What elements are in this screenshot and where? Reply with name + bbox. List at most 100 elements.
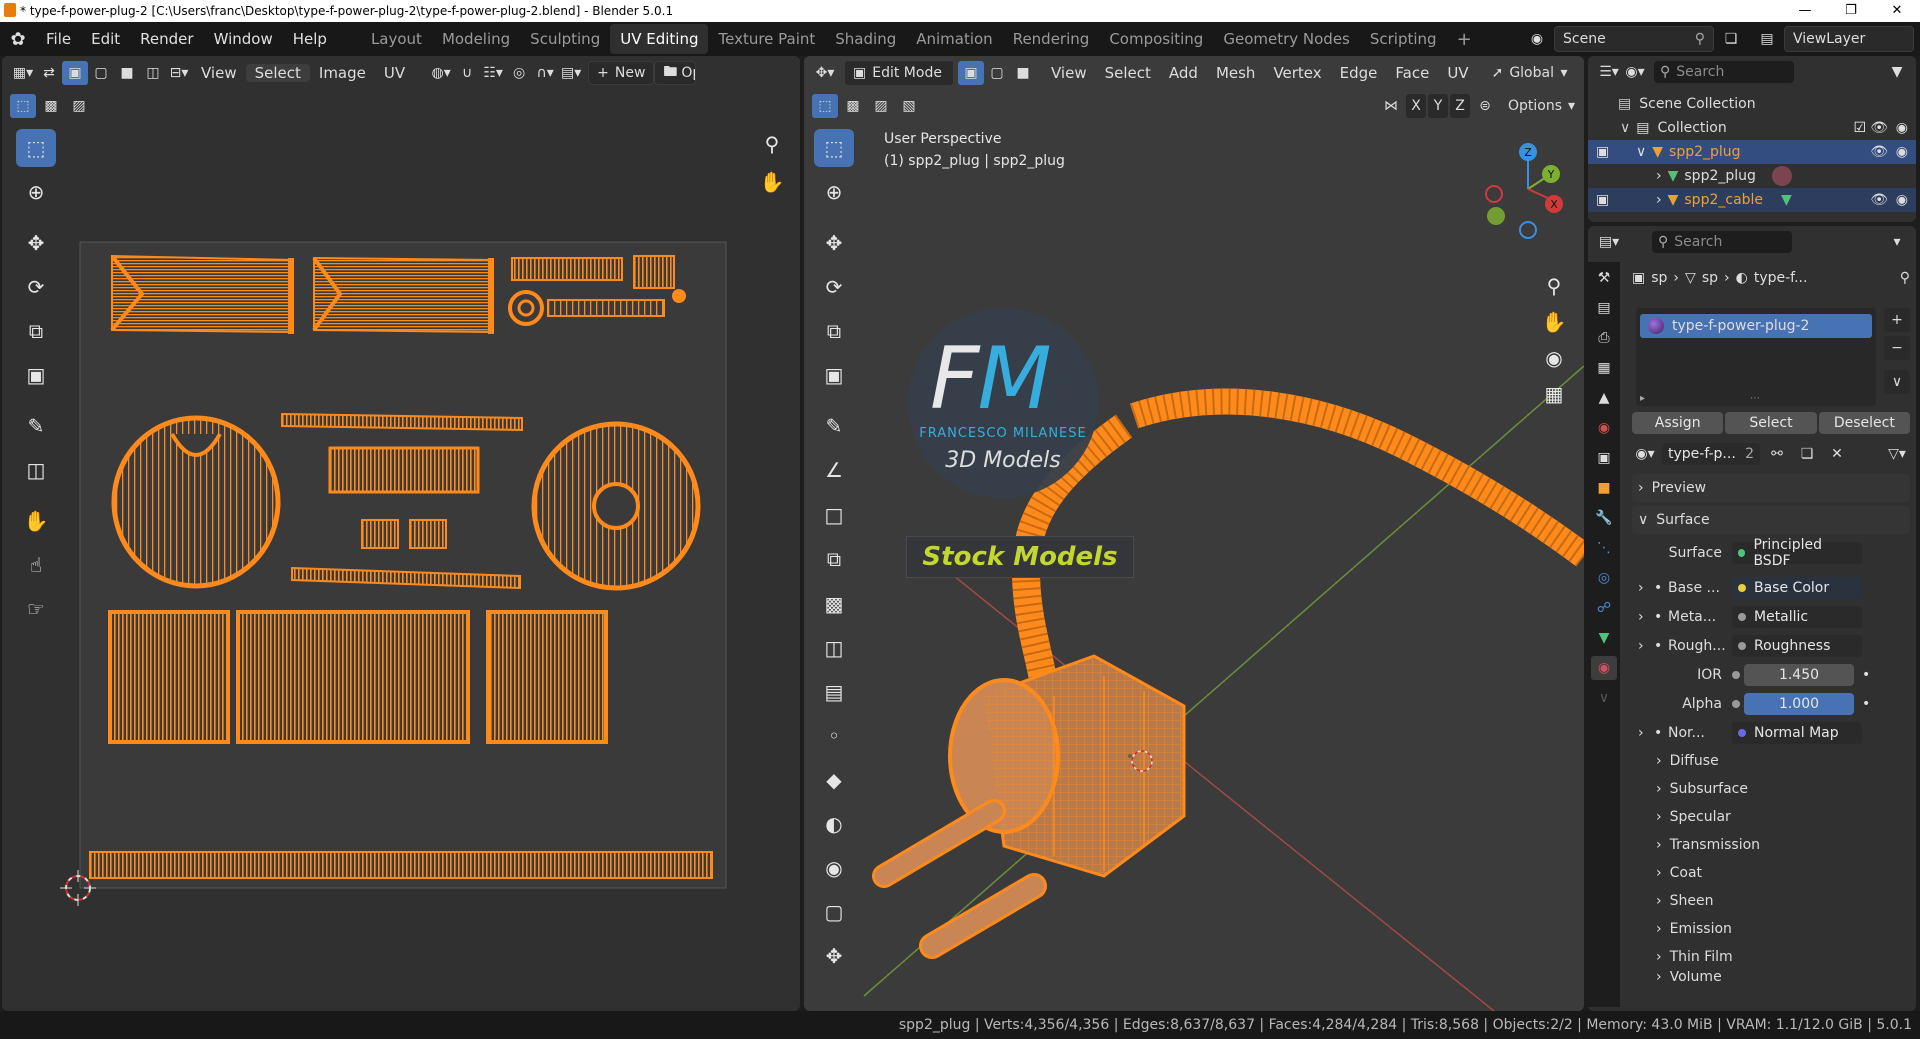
tab-world-icon[interactable]: ◉ xyxy=(1591,416,1617,440)
outliner-spp2-plug-mesh[interactable]: › ▼ spp2_plug xyxy=(1588,164,1916,188)
tab-view-layer-icon[interactable]: ▦ xyxy=(1591,356,1617,380)
select-button[interactable]: Select xyxy=(1725,412,1817,434)
visibility-icon[interactable]: 👁 xyxy=(1870,144,1888,160)
subpanel-volume[interactable]: › Volume xyxy=(1632,971,1910,985)
tab-modeling[interactable]: Modeling xyxy=(432,24,520,54)
mode-selector[interactable]: ▣ Edit Mode xyxy=(844,60,954,86)
tab-layout[interactable]: Layout xyxy=(361,24,432,54)
roughness-field[interactable]: Roughness xyxy=(1732,634,1862,657)
add-workspace-icon[interactable]: + xyxy=(1447,23,1482,56)
expand-icon[interactable]: › xyxy=(1632,609,1654,625)
navigation-gizmo[interactable]: Z Y X xyxy=(1468,134,1578,244)
pin-icon[interactable]: ⚲ xyxy=(1695,31,1705,47)
vp-menu-uv[interactable]: UV xyxy=(1438,64,1477,82)
subpanel-subsurface[interactable]: › Subsurface xyxy=(1632,775,1910,803)
list-expand-icon[interactable]: ▸ xyxy=(1640,393,1645,404)
tab-output-icon[interactable]: ⎙ xyxy=(1591,326,1617,350)
tab-shading[interactable]: Shading xyxy=(825,24,906,54)
vp-tool-knife[interactable]: ◦ xyxy=(814,717,854,755)
outliner-editor-type-icon[interactable]: ☰▾ xyxy=(1596,60,1622,84)
alpha-field[interactable]: 1.000 xyxy=(1744,692,1854,715)
vp-menu-select[interactable]: Select xyxy=(1096,64,1160,82)
tab-tool-icon[interactable]: ⚒ xyxy=(1591,266,1617,290)
vp-menu-mesh[interactable]: Mesh xyxy=(1207,64,1265,82)
mirror-x[interactable]: X xyxy=(1406,94,1426,118)
tab-data-icon[interactable]: ▼ xyxy=(1591,626,1617,650)
vp-tool-inset[interactable]: ▩ xyxy=(814,585,854,623)
scene-icon[interactable]: ◉ xyxy=(1524,27,1550,51)
subpanel-diffuse[interactable]: › Diffuse xyxy=(1632,747,1910,775)
outliner-collection[interactable]: ∨ ▤ Collection ☑ 👁 ◉ xyxy=(1588,116,1916,140)
material-slot-list[interactable]: type-f-power-plug-2 ▸ ⋯ xyxy=(1636,308,1876,406)
mirror-icon[interactable]: ⋈ xyxy=(1378,94,1404,118)
subpanel-transmission[interactable]: › Transmission xyxy=(1632,831,1910,859)
tab-render-icon[interactable]: ▤ xyxy=(1591,296,1617,320)
vp-tool-edge-slide[interactable]: ▢ xyxy=(814,893,854,931)
tab-physics-icon[interactable]: ◎ xyxy=(1591,566,1617,590)
render-icon[interactable]: ◉ xyxy=(1896,192,1908,208)
display-mode-icon[interactable]: ◉▾ xyxy=(1622,60,1648,84)
vp-tool-extrude[interactable]: ⧉ xyxy=(814,540,854,578)
vp-tool-annotate[interactable]: ✎ xyxy=(814,407,854,445)
viewport-editor-type-icon[interactable]: ✥▾ xyxy=(812,61,838,85)
vp-vertex-select-icon[interactable]: ▣ xyxy=(958,61,984,85)
visibility-icon[interactable]: 👁 xyxy=(1870,120,1888,136)
menu-help[interactable]: Help xyxy=(283,30,337,48)
vp-tool-move[interactable]: ✥ xyxy=(814,224,854,262)
tab-compositing[interactable]: Compositing xyxy=(1099,24,1213,54)
menu-render[interactable]: Render xyxy=(130,30,203,48)
normal-field[interactable]: Normal Map xyxy=(1732,721,1862,744)
scene-selector[interactable]: Scene ⚲ xyxy=(1554,26,1714,52)
slot-menu-icon[interactable]: ∨ xyxy=(1884,370,1910,394)
vp-camera-icon[interactable]: ◉ xyxy=(1536,340,1572,376)
menu-window[interactable]: Window xyxy=(204,30,283,48)
fake-user-icon[interactable]: ⚯ xyxy=(1764,442,1790,466)
vp-select-invert-icon[interactable]: ▧ xyxy=(896,94,922,118)
tab-texture-paint[interactable]: Texture Paint xyxy=(708,24,825,54)
close-icon[interactable]: ✕ xyxy=(1874,0,1920,22)
vp-zoom-icon[interactable]: ⚲ xyxy=(1536,268,1572,304)
subpanel-emission[interactable]: › Emission xyxy=(1632,915,1910,943)
remove-slot-icon[interactable]: − xyxy=(1884,336,1910,360)
vp-tool-add-cube[interactable]: □ xyxy=(814,496,854,534)
tab-scripting[interactable]: Scripting xyxy=(1360,24,1447,54)
tab-sculpting[interactable]: Sculpting xyxy=(520,24,610,54)
vp-menu-vertex[interactable]: Vertex xyxy=(1264,64,1330,82)
vp-menu-edge[interactable]: Edge xyxy=(1331,64,1387,82)
render-icon[interactable]: ◉ xyxy=(1896,120,1908,136)
minimize-icon[interactable]: — xyxy=(1782,0,1828,22)
tab-rendering[interactable]: Rendering xyxy=(1003,24,1100,54)
material-name-field[interactable]: type-f-p... 2 xyxy=(1662,443,1760,465)
keyframe-dot-icon[interactable]: • xyxy=(1862,696,1870,712)
transform-orientation[interactable]: ➚ Global ▾ xyxy=(1484,60,1576,86)
outliner-search-input[interactable]: ⚲ Search xyxy=(1654,61,1794,83)
edit-mode-toggle-icon[interactable]: ▣ xyxy=(1596,144,1609,160)
tab-object-icon[interactable]: ■ xyxy=(1591,476,1617,500)
subpanel-coat[interactable]: › Coat xyxy=(1632,859,1910,887)
add-slot-icon[interactable]: + xyxy=(1884,308,1910,332)
vp-tool-scale[interactable]: ⧉ xyxy=(814,312,854,350)
vp-tool-smooth[interactable]: ◉ xyxy=(814,849,854,887)
vp-edge-select-icon[interactable]: ▢ xyxy=(984,61,1010,85)
deselect-button[interactable]: Deselect xyxy=(1818,412,1910,434)
list-resize-handle[interactable]: ⋯ xyxy=(1750,393,1760,404)
vp-menu-face[interactable]: Face xyxy=(1386,64,1438,82)
tab-modifiers-icon[interactable]: 🔧 xyxy=(1591,506,1617,530)
assign-button[interactable]: Assign xyxy=(1632,412,1724,434)
outliner-spp2-cable[interactable]: ▣ › ▼ spp2_cable ▼ 👁 ◉ xyxy=(1588,188,1916,212)
vp-tool-cursor[interactable]: ⊕ xyxy=(814,173,854,211)
vp-select-subtract-icon[interactable]: ▨ xyxy=(868,94,894,118)
outliner-scene-collection[interactable]: ▤ Scene Collection xyxy=(1588,92,1916,116)
menu-edit[interactable]: Edit xyxy=(81,30,130,48)
tab-material-icon[interactable]: ◉ xyxy=(1591,656,1617,680)
render-icon[interactable]: ◉ xyxy=(1896,144,1908,160)
vp-pan-icon[interactable]: ✋ xyxy=(1536,304,1572,340)
uv-canvas[interactable] xyxy=(2,56,800,1011)
vp-select-box-icon[interactable]: ⬚ xyxy=(812,94,838,118)
vp-tool-select[interactable]: ⬚ xyxy=(814,129,854,167)
view-layer-selector[interactable]: ViewLayer xyxy=(1784,26,1914,52)
unlink-material-icon[interactable]: ✕ xyxy=(1824,442,1850,466)
tab-more-icon[interactable]: ∨ xyxy=(1591,686,1617,710)
maximize-icon[interactable]: ❐ xyxy=(1828,0,1874,22)
edit-mode-toggle-icon[interactable]: ▣ xyxy=(1596,192,1609,208)
